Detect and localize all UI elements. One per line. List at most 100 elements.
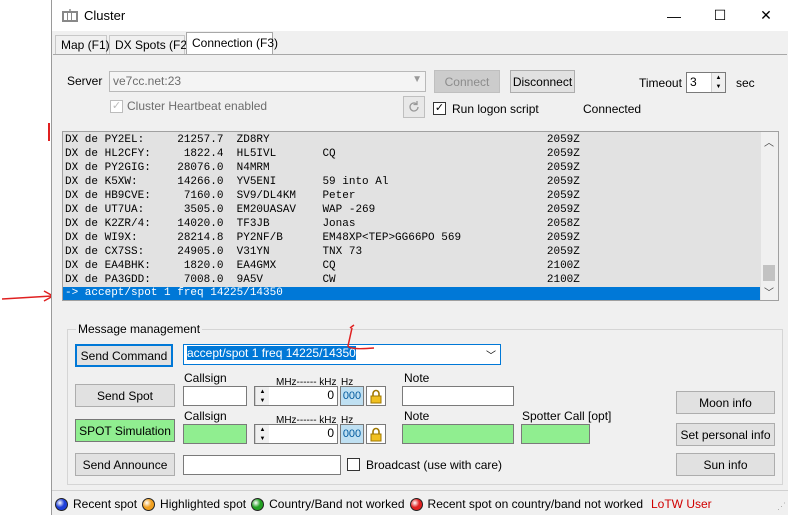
console-line: DX de EA4BHK: 1820.0 EA4GMX CQ 2100Z: [65, 260, 580, 272]
recent-spot-dot-icon: [55, 497, 68, 511]
scroll-up-icon[interactable]: ︿: [764, 134, 774, 150]
lock-button[interactable]: [366, 424, 386, 444]
lock-button[interactable]: [366, 386, 386, 406]
heartbeat-checkbox[interactable]: ✓: [110, 100, 123, 113]
legend-recent-not-worked: Recent spot on country/band not worked: [427, 497, 643, 511]
timeout-unit: sec: [736, 76, 755, 90]
console-line: DX de HL2CFY: 1822.4 HL5IVL CQ 2059Z: [65, 148, 580, 160]
refresh-button[interactable]: [403, 96, 425, 118]
send-command-button[interactable]: Send Command: [75, 344, 173, 367]
heartbeat-label: Cluster Heartbeat enabled: [127, 99, 268, 113]
console-line: DX de K2ZR/4: 14020.0 TF3JB Jonas 2058Z: [65, 218, 580, 230]
timeout-spinner[interactable]: 3 ▲ ▼: [686, 72, 726, 93]
title-bar: Cluster — ☐ ✕: [52, 0, 788, 31]
spin-arrows-icon[interactable]: ▲ ▼: [255, 387, 269, 405]
scroll-down-icon[interactable]: ﹀: [764, 284, 774, 300]
refresh-icon: [409, 101, 419, 112]
sim-freq-spinner[interactable]: ▲ ▼ 0: [254, 424, 338, 444]
minimize-button[interactable]: —: [651, 0, 697, 31]
annotation-check-mark: [347, 324, 375, 350]
console-line: DX de CX7SS: 24905.0 V31YN TNX 73 2059Z: [65, 246, 580, 258]
send-spot-button[interactable]: Send Spot: [75, 384, 175, 407]
group-title: Message management: [76, 322, 203, 336]
minimize-icon: —: [667, 7, 681, 24]
scroll-thumb[interactable]: [763, 265, 775, 281]
legend-bar: Recent spot Highlighted spot Country/Ban…: [52, 490, 788, 515]
spot-freq-spinner[interactable]: ▲ ▼ 0: [254, 386, 338, 406]
chevron-down-icon: ▼: [412, 74, 422, 85]
window-title: Cluster: [84, 8, 126, 23]
console-line: DX de PY2GIG: 28076.0 N4MRM 2059Z: [65, 162, 580, 174]
announce-input[interactable]: [183, 455, 341, 475]
spin-arrows-icon[interactable]: ▲ ▼: [711, 73, 725, 92]
sim-note-input[interactable]: [402, 424, 514, 444]
broadcast-label: Broadcast (use with care): [366, 458, 503, 472]
command-value: accept/spot 1 freq 14225/14350: [187, 346, 356, 360]
connect-button[interactable]: Connect: [434, 70, 500, 93]
app-icon: [62, 9, 78, 22]
logon-script-checkbox[interactable]: ✓: [433, 102, 446, 115]
spot-callsign-input[interactable]: [183, 386, 247, 406]
sim-freq-value: 0: [327, 426, 334, 440]
note-label: Note: [404, 371, 430, 385]
disconnect-button[interactable]: Disconnect: [510, 70, 575, 93]
tab-map[interactable]: Map (F1): [55, 35, 110, 55]
sun-info-button[interactable]: Sun info: [676, 453, 775, 476]
legend-lotw-user: LoTW User: [651, 497, 712, 511]
spot-note-input[interactable]: [402, 386, 514, 406]
recent-not-worked-dot-icon: [409, 497, 423, 511]
spotter-label: Spotter Call [opt]: [522, 409, 612, 423]
timeout-value: 3: [690, 75, 697, 89]
lock-icon: [370, 389, 382, 403]
console-line-selected: -> accept/spot 1 freq 14225/14350: [63, 287, 760, 300]
chevron-down-icon: ﹀: [486, 351, 496, 362]
console-line: DX de HB9CVE: 7160.0 SV9/DL4KM Peter 205…: [65, 190, 580, 202]
console-line: DX de UT7UA: 3505.0 EM20UASAV WAP -269 2…: [65, 204, 580, 216]
maximize-button[interactable]: ☐: [697, 0, 743, 31]
sim-hz-field[interactable]: 000: [340, 424, 364, 444]
console-line: DX de PA3GDD: 7008.0 9A5V CW 2100Z: [65, 274, 580, 286]
server-combo[interactable]: ve7cc.net:23 ▼: [109, 71, 426, 92]
spin-arrows-icon[interactable]: ▲ ▼: [255, 425, 269, 443]
lock-icon: [370, 427, 382, 441]
resize-grip-icon[interactable]: ⋰: [777, 501, 786, 512]
moon-info-button[interactable]: Moon info: [676, 391, 775, 414]
spot-hz-field[interactable]: 000: [340, 386, 364, 406]
callsign-label: Callsign: [184, 371, 227, 385]
note-label: Note: [404, 409, 430, 423]
broadcast-checkbox[interactable]: [347, 458, 360, 471]
spot-freq-value: 0: [327, 388, 334, 402]
command-combo[interactable]: accept/spot 1 freq 14225/14350 ﹀: [183, 344, 501, 365]
console-line: DX de K5XW: 14266.0 YV5ENI 59 into Al 20…: [65, 176, 580, 188]
tab-dx-spots[interactable]: DX Spots (F2): [109, 35, 191, 55]
close-icon: ✕: [760, 7, 772, 23]
message-management-group: Message management Send Command accept/s…: [67, 322, 783, 485]
close-button[interactable]: ✕: [743, 0, 788, 31]
console-line: DX de WI9X: 28214.8 PY2NF/B EM48XP<TEP>G…: [65, 232, 580, 244]
callsign-label: Callsign: [184, 409, 227, 423]
server-label: Server: [67, 74, 103, 88]
spotter-input[interactable]: [521, 424, 590, 444]
logon-script-label: Run logon script: [452, 102, 539, 116]
console-line: DX de PY2EL: 21257.7 ZD8RY 2059Z: [65, 134, 580, 146]
legend-not-worked: Country/Band not worked: [269, 497, 405, 511]
sim-callsign-input[interactable]: [183, 424, 247, 444]
legend-recent-spot: Recent spot: [73, 497, 138, 511]
timeout-label: Timeout: [639, 76, 682, 90]
not-worked-dot-icon: [251, 497, 265, 511]
highlighted-spot-dot-icon: [142, 497, 156, 511]
cluster-window: Cluster — ☐ ✕ Map (F1) DX Spots (F2) Con…: [51, 0, 788, 515]
legend-highlighted-spot: Highlighted spot: [160, 497, 247, 511]
send-announce-button[interactable]: Send Announce: [75, 453, 175, 476]
spot-simulation-button[interactable]: SPOT Simulation: [75, 419, 175, 442]
connection-status: Connected: [583, 102, 642, 116]
legend: Recent spot Highlighted spot Country/Ban…: [55, 497, 712, 511]
annotation-tick: [48, 123, 50, 141]
tab-connection[interactable]: Connection (F3): [186, 32, 278, 55]
connection-panel: Server ve7cc.net:23 ▼ Connect Disconnect…: [53, 54, 787, 488]
console-scrollbar[interactable]: ︿ ﹀: [761, 132, 778, 300]
maximize-icon: ☐: [713, 7, 727, 23]
server-value: ve7cc.net:23: [113, 74, 182, 88]
set-personal-info-button[interactable]: Set personal info: [676, 423, 775, 446]
cluster-console[interactable]: DX de PY2EL: 21257.7 ZD8RY 2059Z DX de H…: [62, 131, 779, 301]
